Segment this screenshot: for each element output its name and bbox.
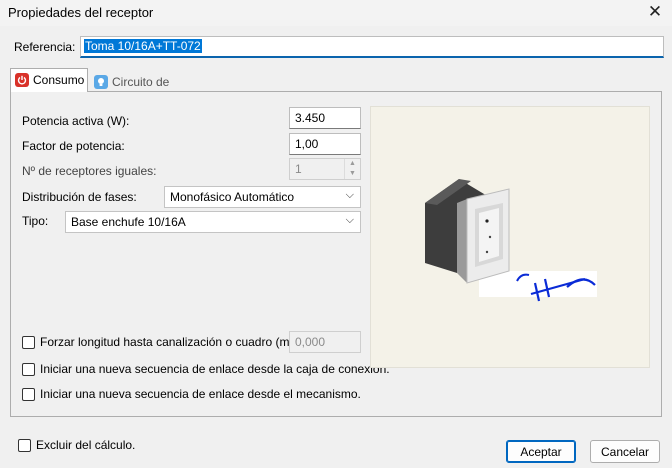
forzar-input: 0,000: [289, 331, 361, 353]
title-bar: Propiedades del receptor ✕: [0, 0, 672, 26]
secuencia-mecanismo-checkbox[interactable]: [22, 387, 35, 401]
distribucion-select[interactable]: Monofásico Automático ⌵: [164, 186, 361, 208]
receptores-spin: ▲ ▼: [344, 159, 360, 179]
aceptar-button[interactable]: Aceptar: [506, 440, 576, 463]
spin-down-icon: ▼: [349, 170, 356, 177]
factor-label: Factor de potencia:: [22, 139, 125, 153]
tipo-select[interactable]: Base enchufe 10/16A ⌵: [65, 211, 361, 233]
excluir-checkbox[interactable]: [18, 438, 31, 452]
potencia-label: Potencia activa (W):: [22, 114, 130, 128]
chevron-down-icon: ⌵: [345, 189, 354, 201]
factor-input[interactable]: 1,00: [289, 133, 361, 155]
referencia-label: Referencia:: [14, 40, 76, 54]
receptores-label: Nº de receptores iguales:: [22, 164, 157, 178]
secuencia-caja-label: Iniciar una nueva secuencia de enlace de…: [40, 362, 390, 376]
forzar-label: Forzar longitud hasta canalización o cua…: [40, 335, 297, 349]
close-icon[interactable]: ✕: [646, 2, 664, 22]
receptores-value: 1: [295, 162, 302, 176]
referencia-input[interactable]: Toma 10/16A+TT-072: [80, 36, 664, 58]
forzar-checkbox[interactable]: [22, 335, 35, 349]
receptor-preview: [370, 106, 650, 368]
cancelar-button[interactable]: Cancelar: [590, 440, 660, 463]
excluir-checkbox-row[interactable]: Excluir del cálculo.: [18, 438, 135, 452]
distribucion-value: Monofásico Automático: [170, 190, 295, 204]
window-title: Propiedades del receptor: [8, 5, 154, 20]
receptores-stepper: 1 ▲ ▼: [289, 158, 361, 180]
spin-up-icon: ▲: [349, 160, 356, 167]
secuencia-mecanismo-row[interactable]: Iniciar una nueva secuencia de enlace de…: [22, 387, 361, 401]
secuencia-mecanismo-label: Iniciar una nueva secuencia de enlace de…: [40, 387, 361, 401]
socket-3d-illustration: [425, 179, 597, 302]
tipo-value: Base enchufe 10/16A: [71, 215, 186, 229]
referencia-value: Toma 10/16A+TT-072: [84, 39, 202, 53]
tab-consumo-label: Consumo: [33, 73, 85, 87]
secuencia-caja-checkbox[interactable]: [22, 362, 35, 376]
bulb-icon: [94, 75, 108, 89]
chevron-down-icon: ⌵: [345, 214, 354, 226]
secuencia-caja-row[interactable]: Iniciar una nueva secuencia de enlace de…: [22, 362, 390, 376]
potencia-input[interactable]: 3.450: [289, 107, 361, 129]
power-icon: [15, 73, 29, 87]
tab-consumo[interactable]: Consumo: [10, 68, 88, 92]
tipo-label: Tipo:: [22, 214, 49, 228]
distribucion-label: Distribución de fases:: [22, 190, 137, 204]
excluir-label: Excluir del cálculo.: [36, 438, 136, 452]
forzar-checkbox-row[interactable]: Forzar longitud hasta canalización o cua…: [22, 335, 297, 349]
